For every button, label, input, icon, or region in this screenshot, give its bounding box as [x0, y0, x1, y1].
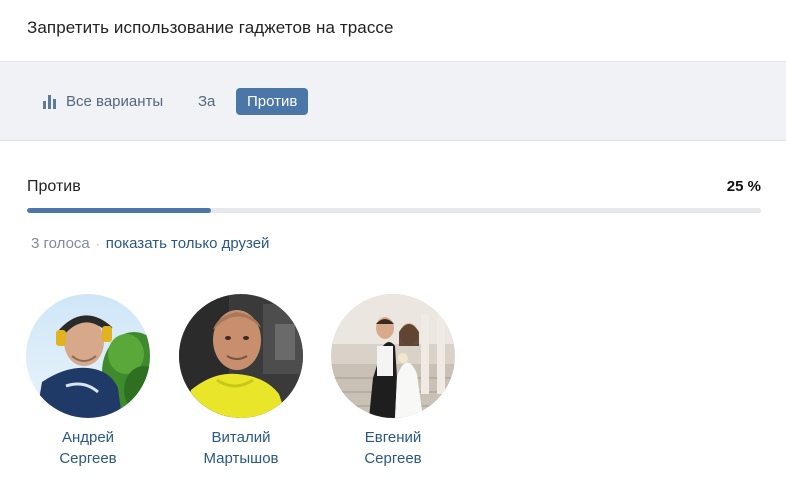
bar-chart-icon — [43, 94, 58, 109]
voter-name[interactable]: Евгений Сергеев — [330, 427, 456, 469]
vote-meta: 3 голоса · показать только друзей — [31, 235, 269, 252]
result-option-label: Против — [27, 178, 81, 195]
separator-dot: · — [95, 236, 100, 251]
tab-for[interactable]: За — [198, 88, 215, 115]
tab-all-options-label: Все варианты — [66, 93, 164, 110]
voter-first-name: Виталий — [211, 429, 271, 446]
voter-first-name: Евгений — [364, 429, 422, 446]
tab-against[interactable]: Против — [236, 88, 309, 115]
tab-all-options[interactable]: Все варианты — [43, 88, 163, 115]
voter-last-name: Сергеев — [364, 450, 422, 467]
voter-avatar[interactable] — [179, 294, 303, 418]
voter-item[interactable]: Евгений Сергеев — [330, 294, 456, 469]
vote-filter-tabs: Все варианты За Против — [0, 62, 786, 141]
show-friends-only-link[interactable]: показать только друзей — [106, 235, 270, 252]
poll-title: Запретить использование гаджетов на трас… — [27, 18, 394, 37]
result-progress-fill — [27, 208, 211, 213]
voter-avatar[interactable] — [26, 294, 150, 418]
voter-last-name: Мартышов — [203, 450, 279, 467]
result-percent: 25 % — [726, 178, 761, 195]
voter-item[interactable]: Виталий Мартышов — [178, 294, 304, 469]
poll-header: Запретить использование гаджетов на трас… — [0, 0, 786, 62]
tab-for-label: За — [198, 93, 216, 110]
voter-last-name: Сергеев — [59, 450, 117, 467]
vote-count: 3 голоса — [31, 235, 90, 252]
voter-first-name: Андрей — [61, 429, 115, 446]
voter-avatar[interactable] — [331, 294, 455, 418]
voter-item[interactable]: Андрей Сергеев — [25, 294, 151, 469]
voter-name[interactable]: Виталий Мартышов — [178, 427, 304, 469]
voter-name[interactable]: Андрей Сергеев — [25, 427, 151, 469]
tab-against-label: Против — [247, 93, 298, 110]
result-progress-bar — [27, 208, 761, 213]
